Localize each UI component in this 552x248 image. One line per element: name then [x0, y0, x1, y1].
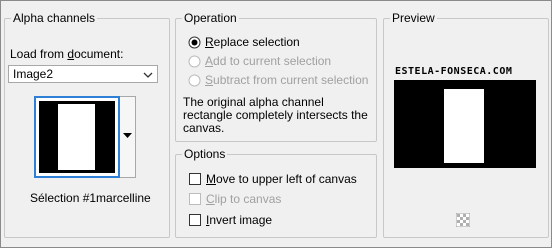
- chevron-down-icon: [143, 69, 153, 83]
- operation-info-line3: canvas.: [183, 121, 225, 135]
- operation-info-line2: rectangle completely intersects the: [183, 108, 368, 122]
- subtract-from-selection-label: Subtract from current selection: [205, 73, 369, 87]
- preview-watermark: ESTELA-FONSECA.COM: [395, 66, 513, 77]
- add-to-selection-label: Add to current selection: [205, 54, 332, 68]
- clip-to-canvas-checkbox[interactable]: [189, 193, 201, 205]
- document-dropdown-value: Image2: [13, 67, 54, 81]
- move-to-upper-left-label: Move to upper left of canvas: [206, 172, 357, 186]
- thumbnail-dropdown-button[interactable]: [120, 96, 136, 178]
- move-to-upper-left-checkbox[interactable]: [189, 173, 201, 185]
- thumbnail-black-area: [39, 101, 115, 173]
- thumbnail-white-rect: [58, 104, 95, 170]
- replace-selection-label: Replace selection: [205, 35, 300, 49]
- transparency-checker-icon[interactable]: [455, 212, 471, 228]
- preview-image: [394, 80, 536, 168]
- preview-title: Preview: [390, 11, 437, 25]
- invert-image-label: Invert image: [206, 213, 273, 227]
- invert-image-checkbox[interactable]: [189, 214, 201, 226]
- selection-thumbnail[interactable]: [34, 96, 120, 178]
- options-title: Options: [182, 147, 228, 161]
- triangle-down-icon: [123, 133, 132, 138]
- document-dropdown[interactable]: Image2: [8, 65, 158, 83]
- subtract-from-selection-radio[interactable]: [188, 74, 201, 87]
- alpha-channels-title: Alpha channels: [11, 11, 98, 25]
- load-from-document-label: Load from document:: [10, 47, 124, 61]
- replace-selection-radio[interactable]: [188, 36, 201, 49]
- selection-name-label: Sélection #1marcelline: [30, 191, 151, 205]
- clip-to-canvas-label: Clip to canvas: [206, 192, 282, 206]
- preview-white-rect: [444, 89, 484, 163]
- operation-info-line1: The original alpha channel: [183, 95, 324, 109]
- add-to-selection-radio[interactable]: [188, 55, 201, 68]
- operation-title: Operation: [182, 11, 239, 25]
